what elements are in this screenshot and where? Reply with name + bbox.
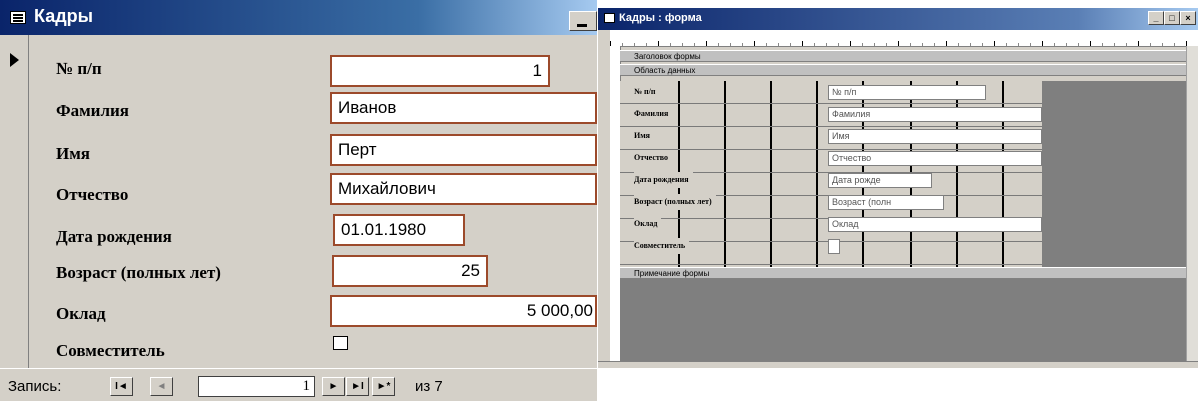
field-label-surname: Фамилия [56, 101, 130, 120]
design-control-name[interactable]: Имя [828, 129, 1042, 144]
form-footer-label: Примечание формы [634, 269, 710, 278]
restore-button[interactable]: □ [1164, 11, 1180, 25]
design-control-salary[interactable]: Оклад [828, 217, 1042, 232]
design-label-number[interactable]: № п/п [634, 84, 660, 100]
field-label-salary: Оклад [56, 304, 106, 323]
field-label-patronymic: Отчество [56, 185, 129, 204]
form-footer-section-bar[interactable]: Примечание формы [620, 267, 1186, 279]
field-label-part-time: Совместитель [56, 341, 165, 360]
form-header-section-bar[interactable]: Заголовок формы [620, 50, 1186, 62]
form-title-bar: Кадры [0, 0, 597, 35]
design-label-birthdate[interactable]: Дата рождения [634, 172, 693, 188]
record-navigation-bar: Запись: I◄ ◄ 1 ► ►I ►* из 7 [0, 368, 597, 401]
design-label-name[interactable]: Имя [634, 128, 654, 144]
form-icon [604, 13, 615, 23]
design-control-surname[interactable]: Фамилия [828, 107, 1042, 122]
form-icon [10, 11, 26, 24]
salary-field[interactable]: 5 000,00 [330, 295, 597, 327]
previous-record-button[interactable]: ◄ [150, 377, 173, 396]
design-control-birthdate[interactable]: Дата рожде [828, 173, 932, 188]
age-field[interactable]: 25 [332, 255, 488, 287]
field-label-number: № п/п [56, 59, 102, 78]
record-number-input[interactable]: 1 [198, 376, 315, 397]
number-field[interactable]: 1 [330, 55, 550, 87]
minimize-button[interactable] [569, 11, 597, 31]
detail-section-bar[interactable]: Область данных [620, 64, 1186, 76]
design-control-number[interactable]: № п/п [828, 85, 986, 100]
design-label-age[interactable]: Возраст (полных лет) [634, 194, 716, 210]
last-record-button[interactable]: ►I [346, 377, 369, 396]
design-empty-area [1042, 81, 1186, 267]
footer-empty-area [620, 279, 1186, 361]
close-button[interactable]: × [1180, 11, 1196, 25]
form-header-label: Заголовок формы [634, 52, 701, 61]
design-control-part-time-checkbox[interactable] [828, 239, 840, 254]
horizontal-scrollbar[interactable] [598, 361, 1198, 368]
record-count: из 7 [415, 378, 443, 395]
field-label-age: Возраст (полных лет) [56, 263, 221, 282]
design-window: Кадры : форма _ □ × Заголовок формы Обла… [598, 8, 1198, 368]
field-label-name: Имя [56, 144, 90, 163]
design-control-patronymic[interactable]: Отчество [828, 151, 1042, 166]
design-control-age[interactable]: Возраст (полн [828, 195, 944, 210]
design-label-patronymic[interactable]: Отчество [634, 150, 673, 166]
minimize-button[interactable]: _ [1148, 11, 1164, 25]
current-record-arrow-icon [10, 53, 19, 67]
form-window: Кадры № п/п 1 Фамилия Иванов Имя Перт От… [0, 0, 597, 401]
design-label-part-time[interactable]: Совместитель [634, 238, 690, 254]
name-field[interactable]: Перт [330, 134, 597, 166]
form-title: Кадры [34, 6, 94, 26]
section-selector-column[interactable] [598, 46, 610, 361]
first-record-button[interactable]: I◄ [110, 377, 133, 396]
surname-field[interactable]: Иванов [330, 92, 597, 124]
design-title-bar: Кадры : форма _ □ × [598, 8, 1198, 30]
record-selector[interactable] [0, 35, 29, 368]
next-record-button[interactable]: ► [322, 377, 345, 396]
design-label-surname[interactable]: Фамилия [634, 106, 673, 122]
ruler-corner[interactable] [598, 30, 610, 46]
patronymic-field[interactable]: Михайлович [330, 173, 597, 205]
part-time-checkbox[interactable] [333, 336, 348, 350]
design-title: Кадры : форма [619, 12, 702, 24]
field-label-birthdate: Дата рождения [56, 227, 172, 246]
horizontal-ruler[interactable] [610, 30, 1198, 47]
design-label-salary[interactable]: Оклад [634, 216, 662, 232]
vertical-scrollbar[interactable] [1186, 46, 1198, 361]
detail-label: Область данных [634, 66, 696, 75]
new-record-button[interactable]: ►* [372, 377, 395, 396]
record-label: Запись: [8, 378, 62, 395]
birthdate-field[interactable]: 01.01.1980 [333, 214, 465, 246]
